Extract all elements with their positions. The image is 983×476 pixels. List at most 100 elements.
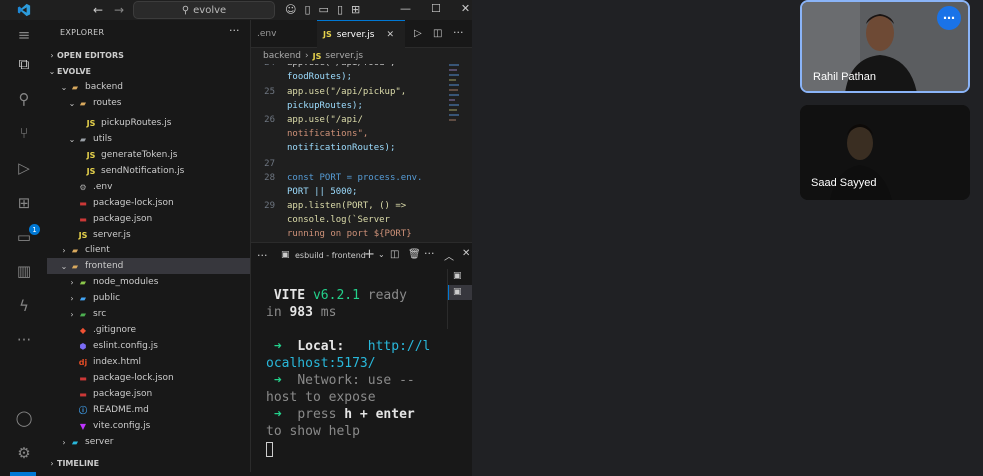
terminal-tab-label[interactable]: esbuild - frontend [295,251,366,260]
split-editor-icon[interactable]: ◫ [433,28,442,39]
terminal-output[interactable]: VITE v6.2.1 ready in 983 ms ➜ Local: htt… [266,287,431,457]
minimize-icon[interactable]: — [400,2,411,15]
menu-icon[interactable]: ≡ [14,25,34,45]
command-search-box[interactable]: ⚲ evolve [133,1,275,19]
remote-indicator[interactable] [10,472,36,476]
workspace-section[interactable]: ⌄ EVOLVE [47,63,250,79]
editor-tabs: .env JS server.js ✕ ▷ ◫ ··· [251,20,472,48]
close-icon[interactable]: ✕ [461,2,470,15]
tree-label: client [85,245,110,255]
tree-item-public[interactable]: › ▰ public [47,290,250,306]
line-number [251,72,287,86]
js-file-icon: JS [312,51,322,61]
terminal-line: in 983 ms [266,304,431,321]
terminal-instance-icon[interactable]: ▣ [453,287,462,297]
toggle-panel-icon[interactable]: ▭ [319,3,329,16]
terminal-line: ➜ Network: use --host to expose [266,373,415,405]
breadcrumb-folder[interactable]: backend [263,51,301,61]
toggle-sidebar-icon[interactable]: ▯ [304,3,310,16]
gear-file-icon: ⚙ [79,182,87,192]
tree-item-eslint[interactable]: ⬢ eslint.config.js [47,338,250,354]
tree-item-src[interactable]: › ▰ src [47,306,250,322]
search-icon[interactable]: ⚲ [14,89,34,109]
tree-item-frontend-package[interactable]: ▬ package.json [47,386,250,402]
remote-explorer-icon[interactable]: ▭ [14,227,34,247]
tree-item-node-modules[interactable]: › ▰ node_modules [47,274,250,290]
participant-name: Rahil Pathan [813,71,876,83]
terminal-line: ➜ press h + enter to show help [266,407,415,439]
open-editors-section[interactable]: › OPEN EDITORS [47,47,250,63]
tree-item-frontend[interactable]: ⌄ ▰ frontend [47,258,250,274]
tree-item-backend[interactable]: ⌄ ▰ backend [47,79,250,95]
extensions-icon[interactable]: ⊞ [14,193,34,213]
forward-arrow-icon[interactable]: → [114,3,124,17]
line-number [251,229,287,242]
close-icon[interactable]: ✕ [462,248,470,259]
explorer-title: EXPLORER [60,28,105,37]
minimap[interactable] [449,64,461,134]
tree-item-utils[interactable]: ⌄ ▰ utils [47,131,250,147]
ready-text: ready [367,288,407,303]
tree-item-server[interactable]: › ▰ server [47,434,250,450]
more-actions-icon[interactable]: ··· [424,247,435,260]
tree-item-index-html[interactable]: dj index.html [47,354,250,370]
account-icon[interactable]: ◯ [14,408,34,428]
participant-tile-saad[interactable]: Saad Sayyed [800,105,970,200]
tree-item-generatetoken[interactable]: JS generateToken.js [47,147,250,163]
tree-label: pickupRoutes.js [101,118,172,128]
tab-env[interactable]: .env [251,20,303,48]
editor-area: .env JS server.js ✕ ▷ ◫ ··· backend › JS s… [251,20,472,242]
run-debug-icon[interactable]: ▷ [14,158,34,178]
tree-label: .env [93,182,113,192]
explorer-icon[interactable]: ⧉ [14,54,34,74]
tree-item-routes[interactable]: ⌄ ▰ routes [47,95,250,111]
tree-item-sendnotification[interactable]: JS sendNotification.js [47,163,250,179]
chevron-up-icon[interactable]: ︿ [444,248,454,263]
tree-item-server-js[interactable]: JS server.js [47,227,250,243]
local-url[interactable]: http://localhost:5173/ [266,339,430,371]
git-file-icon: ◆ [79,325,87,335]
folder-icon: ▰ [71,82,79,92]
split-terminal-icon[interactable]: ◫ [390,249,399,260]
chevron-down-icon[interactable]: ⌄ [378,250,385,259]
html-file-icon: dj [78,357,88,367]
source-control-icon[interactable]: ⑂ [14,123,34,143]
more-actions-icon[interactable]: ··· [229,24,240,37]
tree-label: server [85,437,114,447]
breadcrumb-file[interactable]: server.js [325,51,363,61]
tree-item-pickuproutes[interactable]: JS pickupRoutes.js [47,115,250,131]
settings-gear-icon[interactable]: ⚙ [14,443,34,463]
more-options-button[interactable]: ⋯ [937,6,961,30]
code-text: pickupRoutes); [287,101,363,111]
tree-item-client[interactable]: › ▰ client [47,242,250,258]
tree-item-frontend-package-lock[interactable]: ▬ package-lock.json [47,370,250,386]
tree-item-package[interactable]: ▬ package.json [47,211,250,227]
tree-item-package-lock[interactable]: ▬ package-lock.json [47,195,250,211]
code-text: running on port ${PORT} [287,229,412,239]
trash-icon[interactable]: 🗑 [408,249,421,260]
more-icon[interactable]: ··· [14,330,34,350]
tree-item-gitignore[interactable]: ◆ .gitignore [47,322,250,338]
plus-icon[interactable]: + [364,247,375,262]
copilot-icon[interactable]: ☺ [285,3,296,16]
maximize-icon[interactable]: ☐ [431,2,441,15]
run-icon[interactable]: ▷ [414,28,422,39]
tab-server-js[interactable]: JS server.js ✕ [317,20,405,48]
toggle-secondary-sidebar-icon[interactable]: ▯ [337,3,343,16]
chart-icon[interactable]: ▥ [14,261,34,281]
tree-item-vite-config[interactable]: ▼ vite.config.js [47,418,250,434]
more-icon[interactable]: ··· [257,249,268,262]
customize-layout-icon[interactable]: ⊞ [351,3,360,16]
tree-item-env[interactable]: ⚙ .env [47,179,250,195]
code-view[interactable]: 24app.use("/api/food", foodRoutes); 25 ap… [251,64,451,242]
terminal-instance-icon[interactable]: ▣ [453,271,462,281]
more-actions-icon[interactable]: ··· [453,26,464,39]
timeline-section[interactable]: › TIMELINE [47,455,250,471]
tree-item-readme[interactable]: ⓘ README.md [47,402,250,418]
ms-value: 983 [289,305,313,320]
line-number: 27 [264,159,275,169]
close-tab-icon[interactable]: ✕ [386,30,394,40]
line-number [251,215,287,229]
lightning-icon[interactable]: ϟ [14,296,34,316]
back-arrow-icon[interactable]: ← [93,3,103,17]
